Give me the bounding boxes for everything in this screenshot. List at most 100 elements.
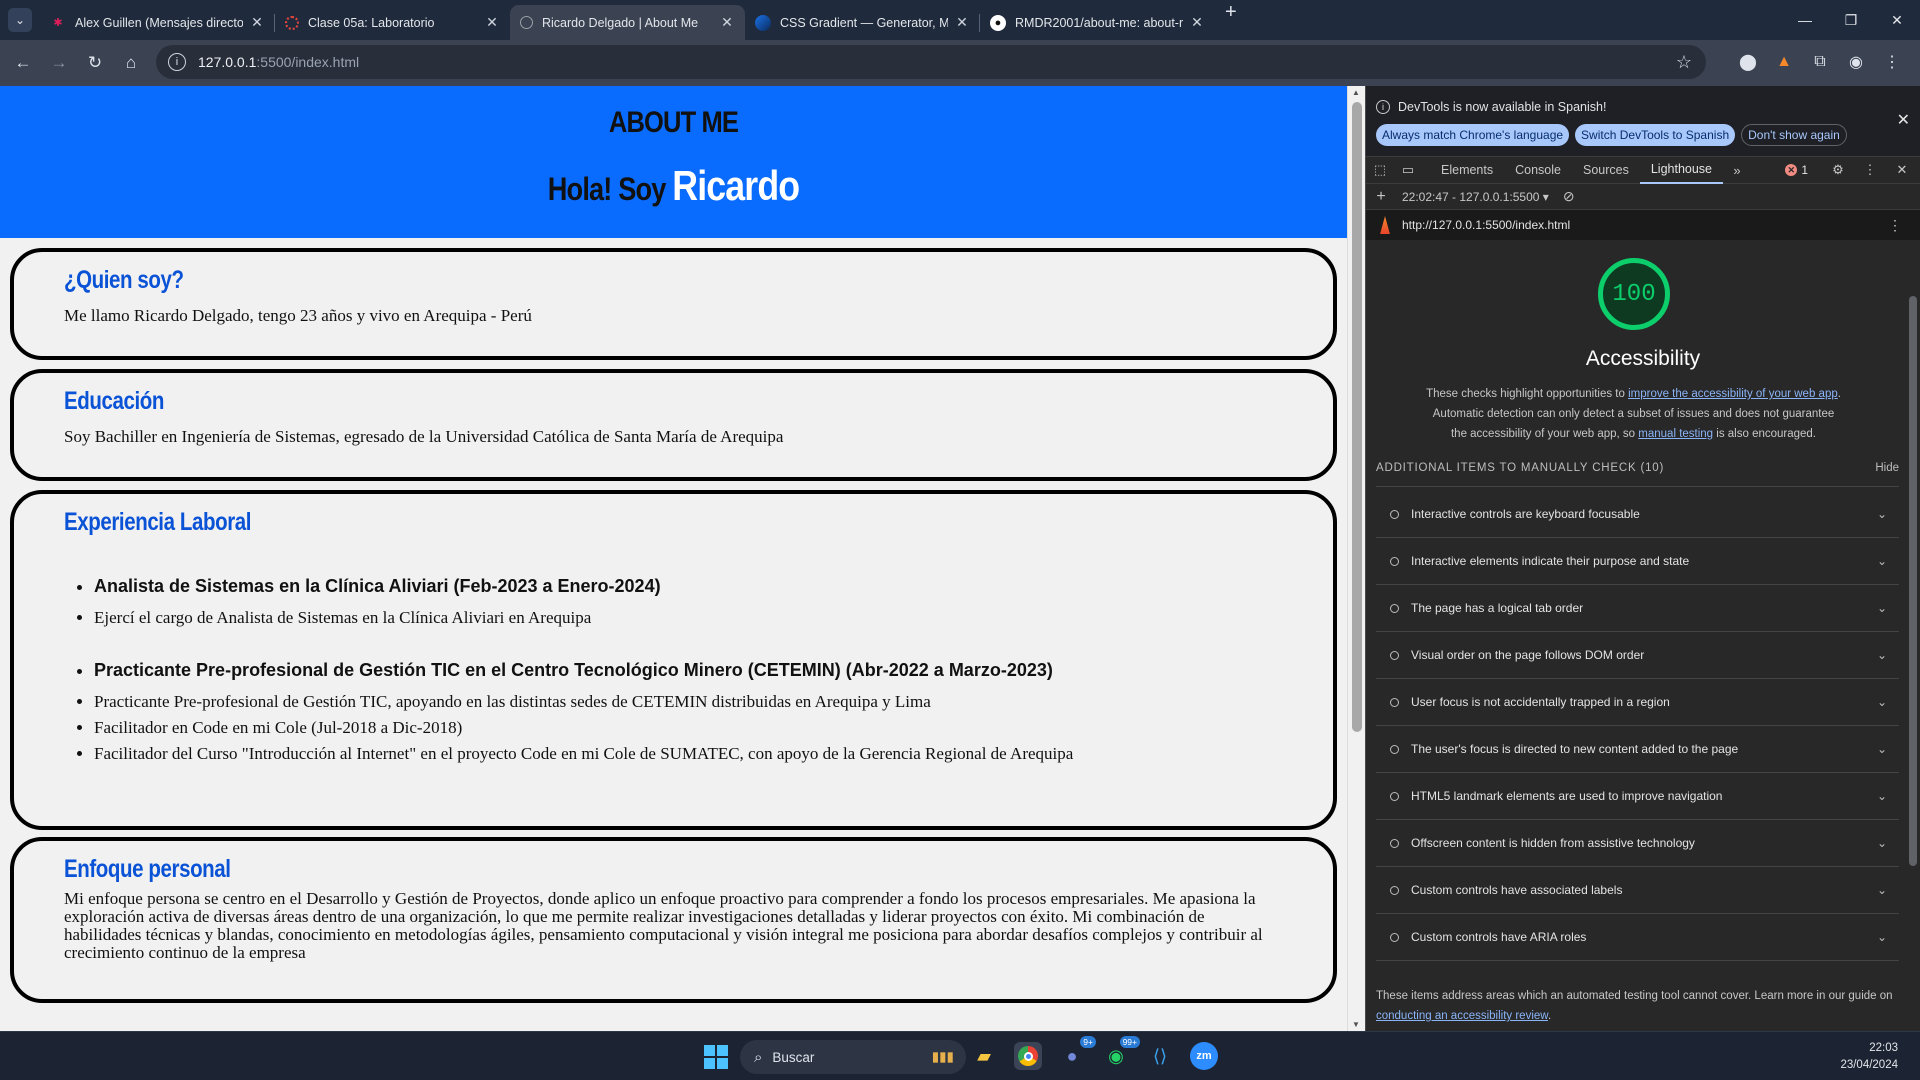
page-scrollbar[interactable]: ▲ ▼: [1347, 86, 1365, 1031]
card-educacion: Educación Soy Bachiller en Ingeniería de…: [10, 369, 1337, 481]
inspect-element-icon[interactable]: ⬚: [1366, 162, 1394, 178]
close-icon[interactable]: ✕: [1897, 110, 1910, 130]
audit-item[interactable]: HTML5 landmark elements are used to impr…: [1376, 773, 1899, 820]
report-url[interactable]: http://127.0.0.1:5500/index.html: [1402, 218, 1570, 232]
zoom-icon[interactable]: zm: [1190, 1042, 1218, 1070]
banner-message: DevTools is now available in Spanish!: [1398, 100, 1607, 114]
vscode-icon[interactable]: ⟨⟩: [1146, 1042, 1174, 1070]
forward-arrow-icon[interactable]: →: [42, 46, 76, 80]
puzzle-icon[interactable]: ⧉: [1802, 53, 1838, 71]
site-info-icon[interactable]: i: [168, 53, 186, 71]
taskbar-search[interactable]: ⌕ Buscar ▮▮▮: [740, 1040, 966, 1074]
browser-tab-active[interactable]: Ricardo Delgado | About Me ✕: [510, 5, 745, 40]
lighthouse-extension-icon[interactable]: ▲: [1766, 53, 1802, 71]
close-icon[interactable]: ✕: [954, 14, 970, 31]
tab-console[interactable]: Console: [1504, 156, 1572, 184]
footnote-text: .: [1547, 1010, 1552, 1022]
devtools-scrollbar[interactable]: [1906, 284, 1920, 1031]
chevron-down-icon: ⌄: [1876, 883, 1887, 897]
tab-title: Alex Guillen (Mensajes directo: [75, 15, 243, 30]
system-clock[interactable]: 22:03 23/04/2024: [1840, 1040, 1898, 1074]
tab-lighthouse[interactable]: Lighthouse: [1639, 156, 1724, 184]
browser-tab[interactable]: CSS Gradient — Generator, Ma ✕: [745, 5, 980, 40]
close-window-icon[interactable]: ✕: [1874, 0, 1920, 40]
manual-audit-icon: [1390, 509, 1399, 519]
close-icon[interactable]: ✕: [1189, 14, 1205, 31]
audit-title: HTML5 landmark elements are used to impr…: [1411, 789, 1723, 803]
browser-tab[interactable]: ● RMDR2001/about-me: about-r ✕: [980, 5, 1215, 40]
scroll-up-icon[interactable]: ▲: [1352, 88, 1360, 97]
audit-title: Offscreen content is hidden from assisti…: [1411, 836, 1695, 850]
audit-title: Custom controls have associated labels: [1411, 883, 1623, 897]
dont-show-again-button[interactable]: Don't show again: [1741, 124, 1847, 146]
audit-title: Interactive controls are keyboard focusa…: [1411, 507, 1640, 521]
whatsapp-icon[interactable]: ◉ 99+: [1102, 1036, 1140, 1070]
lighthouse-report: 100 Accessibility These checks highlight…: [1366, 240, 1920, 1031]
audit-item[interactable]: Interactive elements indicate their purp…: [1376, 538, 1899, 585]
manual-check-header: ADDITIONAL ITEMS TO MANUALLY CHECK (10) …: [1376, 462, 1899, 487]
file-explorer-icon[interactable]: ▰: [970, 1042, 998, 1070]
browser-tab[interactable]: ✱ Alex Guillen (Mensajes directo ✕: [40, 5, 275, 40]
scroll-down-icon[interactable]: ▼: [1352, 1020, 1360, 1029]
audit-item[interactable]: Offscreen content is hidden from assisti…: [1376, 820, 1899, 867]
windows-start-icon[interactable]: [704, 1045, 728, 1069]
close-icon[interactable]: ✕: [484, 14, 500, 31]
chrome-icon[interactable]: [1014, 1042, 1042, 1070]
reload-icon[interactable]: ↻: [78, 46, 112, 80]
profile-avatar-icon[interactable]: ◉: [1838, 52, 1874, 72]
hide-button[interactable]: Hide: [1875, 462, 1899, 474]
report-selector[interactable]: 22:02:47 - 127.0.0.1:5500 ▾: [1402, 190, 1549, 204]
device-toolbar-icon[interactable]: ▭: [1394, 162, 1422, 178]
close-icon[interactable]: ✕: [249, 14, 265, 31]
audit-item[interactable]: User focus is not accidentally trapped i…: [1376, 679, 1899, 726]
audit-item[interactable]: Custom controls have associated labels ⌄: [1376, 867, 1899, 914]
audit-item[interactable]: Custom controls have ARIA roles ⌄: [1376, 914, 1899, 961]
tab-title: CSS Gradient — Generator, Ma: [780, 15, 948, 30]
new-tab-button[interactable]: +: [1225, 1, 1237, 40]
accessibility-review-link[interactable]: conducting an accessibility review: [1376, 1010, 1548, 1022]
tab-elements[interactable]: Elements: [1430, 156, 1504, 184]
more-tabs-icon[interactable]: »: [1723, 163, 1751, 178]
category-description: These checks highlight opportunities to …: [1426, 384, 1841, 444]
list-item: Facilitador en Code en mi Cole (Jul-2018…: [94, 717, 1283, 739]
close-icon[interactable]: ✕: [1888, 162, 1916, 178]
clear-icon[interactable]: ⊘: [1563, 188, 1575, 205]
audit-title: The user's focus is directed to new cont…: [1411, 742, 1739, 756]
bookmark-star-icon[interactable]: ☆: [1676, 52, 1692, 73]
hero-header: ABOUT ME Hola! Soy Ricardo: [0, 86, 1347, 238]
tab-search-button[interactable]: ⌄: [8, 8, 32, 32]
browser-tab[interactable]: Clase 05a: Laboratorio ✕: [275, 5, 510, 40]
tab-title: Clase 05a: Laboratorio: [308, 15, 435, 30]
score-gauge[interactable]: 100: [1598, 258, 1670, 330]
kebab-menu-icon[interactable]: ⋮: [1856, 162, 1884, 178]
scrollbar-thumb[interactable]: [1352, 102, 1362, 732]
restore-icon[interactable]: ❐: [1828, 0, 1874, 40]
discord-icon[interactable]: ● 9+: [1058, 1036, 1096, 1070]
audit-item[interactable]: Visual order on the page follows DOM ord…: [1376, 632, 1899, 679]
kebab-menu-icon[interactable]: ⋮: [1888, 217, 1902, 234]
match-language-button[interactable]: Always match Chrome's language: [1376, 124, 1570, 146]
plus-icon[interactable]: +: [1366, 188, 1396, 206]
gradient-icon: [755, 14, 771, 31]
audit-item[interactable]: The page has a logical tab order ⌄: [1376, 585, 1899, 632]
back-arrow-icon[interactable]: ←: [6, 46, 40, 80]
manual-check-title: ADDITIONAL ITEMS TO MANUALLY CHECK (10): [1376, 462, 1665, 474]
error-count: 1: [1801, 163, 1808, 177]
improve-accessibility-link[interactable]: improve the accessibility of your web ap…: [1628, 388, 1838, 400]
error-count-badge[interactable]: ✕ 1: [1785, 163, 1808, 177]
lighthouse-toolbar: + 22:02:47 - 127.0.0.1:5500 ▾ ⊘: [1366, 184, 1920, 210]
tab-sources[interactable]: Sources: [1572, 156, 1640, 184]
error-icon: ✕: [1785, 164, 1798, 176]
scrollbar-thumb[interactable]: [1909, 296, 1917, 866]
address-bar[interactable]: i 127.0.0.1:5500/index.html ☆: [156, 45, 1706, 79]
home-icon[interactable]: ⌂: [114, 46, 148, 80]
audit-item[interactable]: Interactive controls are keyboard focusa…: [1376, 491, 1899, 538]
extension-icon[interactable]: ⬤: [1730, 52, 1766, 72]
manual-testing-link[interactable]: manual testing: [1638, 428, 1713, 440]
audit-item[interactable]: The user's focus is directed to new cont…: [1376, 726, 1899, 773]
minimize-icon[interactable]: —: [1782, 0, 1828, 40]
settings-gear-icon[interactable]: ⚙: [1824, 162, 1852, 178]
kebab-menu-icon[interactable]: ⋮: [1874, 52, 1910, 72]
close-icon[interactable]: ✕: [719, 14, 735, 31]
switch-language-button[interactable]: Switch DevTools to Spanish: [1575, 124, 1736, 146]
